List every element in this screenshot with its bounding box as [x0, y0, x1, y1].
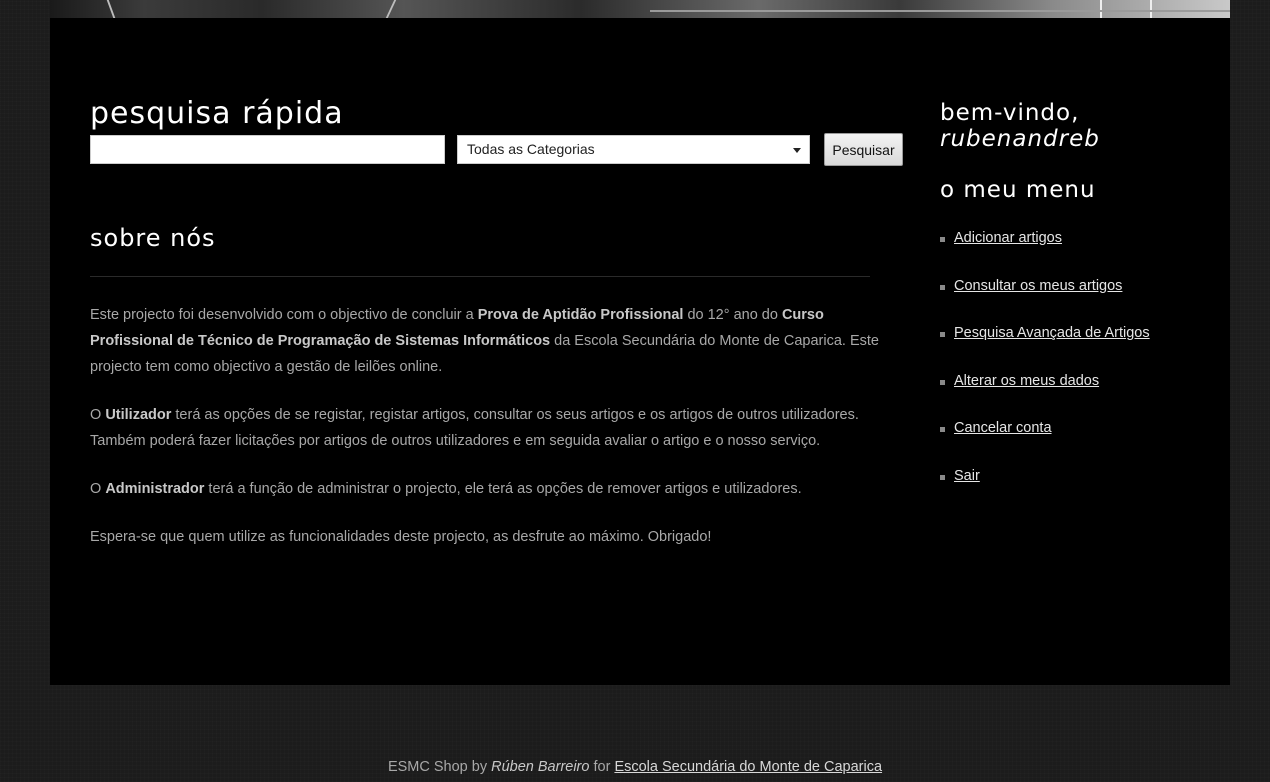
header-banner-image [50, 0, 1230, 18]
about-paragraph-2: O Utilizador terá as opções de se regist… [90, 407, 859, 449]
dropdown-arrow-icon [793, 148, 801, 153]
search-input[interactable] [90, 135, 445, 164]
bullet-icon [940, 237, 945, 242]
footer-middle: for [589, 759, 615, 775]
category-select[interactable]: Todas as Categorias [457, 135, 810, 164]
footer: ESMC Shop by Rúben Barreiro for Escola S… [0, 759, 1270, 775]
footer-author: Rúben Barreiro [491, 759, 590, 775]
menu-link-add-items[interactable]: Adicionar artigos [954, 230, 1062, 246]
menu-item-advanced-search: Pesquisa Avançada de Artigos [940, 325, 1150, 373]
menu-link-cancel-account[interactable]: Cancelar conta [954, 420, 1052, 436]
menu-item-add-items: Adicionar artigos [940, 230, 1150, 278]
menu-link-edit-profile[interactable]: Alterar os meus dados [954, 373, 1099, 389]
about-paragraph-3: O Administrador terá a função de adminis… [90, 481, 802, 497]
menu-item-logout: Sair [940, 468, 1150, 516]
category-select-value: Todas as Categorias [467, 141, 595, 157]
my-menu-list: Adicionar artigos Consultar os meus arti… [940, 230, 1150, 516]
about-paragraph-1: Este projecto foi desenvolvido com o obj… [90, 307, 879, 375]
footer-school-link[interactable]: Escola Secundária do Monte de Caparica [614, 759, 882, 775]
menu-link-logout[interactable]: Sair [954, 468, 980, 484]
menu-link-advanced-search[interactable]: Pesquisa Avançada de Artigos [954, 325, 1150, 341]
bullet-icon [940, 332, 945, 338]
bullet-icon [940, 427, 945, 433]
welcome-title: bem-vindo, rubenandreb [940, 100, 1100, 152]
bullet-icon [940, 284, 945, 290]
footer-prefix: ESMC Shop by [387, 759, 492, 775]
bullet-icon [940, 379, 945, 385]
welcome-label: bem-vindo, [940, 100, 1080, 126]
menu-item-cancel-account: Cancelar conta [940, 420, 1150, 468]
menu-link-my-items[interactable]: Consultar os meus artigos [954, 278, 1122, 294]
divider [90, 276, 870, 277]
menu-item-my-items: Consultar os meus artigos [940, 278, 1150, 326]
search-button[interactable]: Pesquisar [824, 133, 903, 166]
about-title: sobre nós [90, 224, 216, 252]
menu-item-edit-profile: Alterar os meus dados [940, 373, 1150, 421]
username: rubenandreb [940, 126, 1100, 152]
quick-search-title: pesquisa rápida [90, 96, 344, 131]
my-menu-title: o meu menu [940, 177, 1096, 203]
main-content-panel: pesquisa rápida Todas as Categorias Pesq… [50, 18, 1230, 685]
about-paragraph-4: Espera-se que quem utilize as funcionali… [90, 529, 712, 545]
bullet-icon [940, 474, 945, 480]
about-text: Este projecto foi desenvolvido com o obj… [90, 302, 880, 572]
